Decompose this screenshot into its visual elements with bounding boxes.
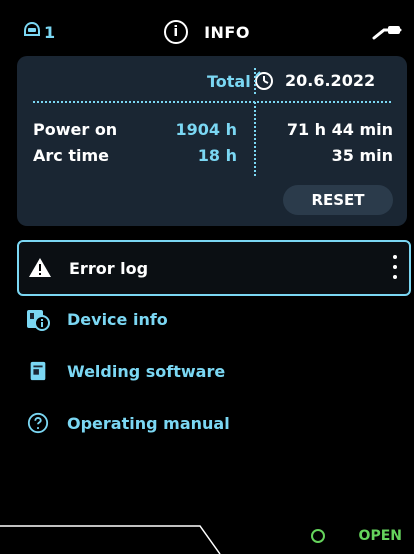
torch-icon	[372, 26, 402, 40]
info-icon: i	[164, 20, 189, 44]
help-icon	[25, 410, 51, 436]
menu-item-welding-software[interactable]: Welding software	[17, 346, 407, 396]
top-bar: 1 i INFO	[0, 0, 414, 56]
menu-item-operating-manual[interactable]: Operating manual	[17, 398, 407, 448]
total-column-header: Total	[207, 72, 251, 91]
device-info-icon	[25, 306, 51, 332]
menu-item-label: Operating manual	[67, 413, 230, 433]
arc-time-label: Arc time	[33, 146, 109, 165]
title-text: INFO	[204, 22, 250, 42]
reset-button[interactable]: RESET	[283, 185, 393, 215]
header-separator	[33, 101, 391, 103]
column-separator	[254, 102, 257, 176]
status-bar: OPEN	[0, 514, 414, 554]
status-dot-icon	[310, 529, 325, 543]
page-title: i INFO	[0, 20, 414, 44]
more-options-icon[interactable]	[393, 255, 399, 279]
status-indicator: OPEN	[310, 528, 402, 544]
menu-item-label: Welding software	[67, 361, 226, 381]
power-on-since-date: 71 h 44 min	[286, 120, 393, 139]
warning-icon	[27, 255, 53, 281]
since-date-text: 20.6.2022	[285, 70, 376, 90]
menu-item-label: Device info	[67, 309, 168, 329]
column-separator	[254, 68, 257, 94]
menu-item-device-info[interactable]: Device info	[17, 294, 407, 344]
software-icon	[25, 358, 51, 384]
menu-item-label: Error log	[69, 258, 149, 278]
menu-item-error-log[interactable]: Error log	[17, 240, 411, 296]
arc-time-total: 18 h	[197, 146, 237, 165]
power-on-label: Power on	[33, 120, 118, 139]
usage-stats-card: Total 20.6.2022 Power on 1904 h 71 h 44 …	[17, 56, 407, 226]
power-on-total: 1904 h	[175, 120, 238, 139]
status-text: OPEN	[358, 528, 402, 544]
since-date-header: 20.6.2022	[253, 69, 375, 91]
arc-time-since-date: 35 min	[331, 146, 393, 165]
